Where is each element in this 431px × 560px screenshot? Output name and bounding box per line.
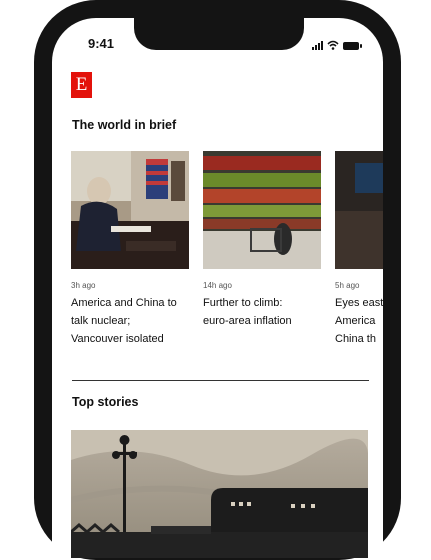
brief-card[interactable]: 3h ago America and China to talk nuclear… xyxy=(71,151,189,348)
app-screen: 9:41 E The world in brief 3h ago America… xyxy=(52,18,383,558)
brief-carousel[interactable]: 3h ago America and China to talk nuclear… xyxy=(71,151,383,351)
brief-card[interactable]: 14h ago Further to climb: euro-area infl… xyxy=(203,151,321,330)
brief-card-image xyxy=(71,151,189,269)
section-title-world-in-brief[interactable]: The world in brief xyxy=(72,118,176,132)
brief-card-image xyxy=(203,151,321,269)
brief-card-headline[interactable]: Eyes east America China th xyxy=(335,294,383,348)
economist-logo[interactable]: E xyxy=(71,72,92,98)
brief-card-headline[interactable]: America and China to talk nuclear; Vanco… xyxy=(71,294,189,348)
battery-icon xyxy=(343,42,362,50)
status-icons xyxy=(312,38,362,50)
signal-icon xyxy=(312,40,323,50)
section-title-top-stories[interactable]: Top stories xyxy=(72,395,138,409)
section-divider xyxy=(72,380,369,381)
brief-card-image xyxy=(335,151,383,269)
device-notch xyxy=(134,18,304,50)
brief-card-meta: 14h ago xyxy=(203,281,232,290)
brief-card-headline[interactable]: Further to climb: euro-area inflation xyxy=(203,294,321,330)
top-story-image[interactable] xyxy=(71,430,368,558)
wifi-icon xyxy=(327,40,339,50)
brief-card[interactable]: 5h ago Eyes east America China th xyxy=(335,151,383,348)
brief-card-meta: 5h ago xyxy=(335,281,360,290)
brief-card-meta: 3h ago xyxy=(71,281,96,290)
status-time: 9:41 xyxy=(88,36,115,51)
